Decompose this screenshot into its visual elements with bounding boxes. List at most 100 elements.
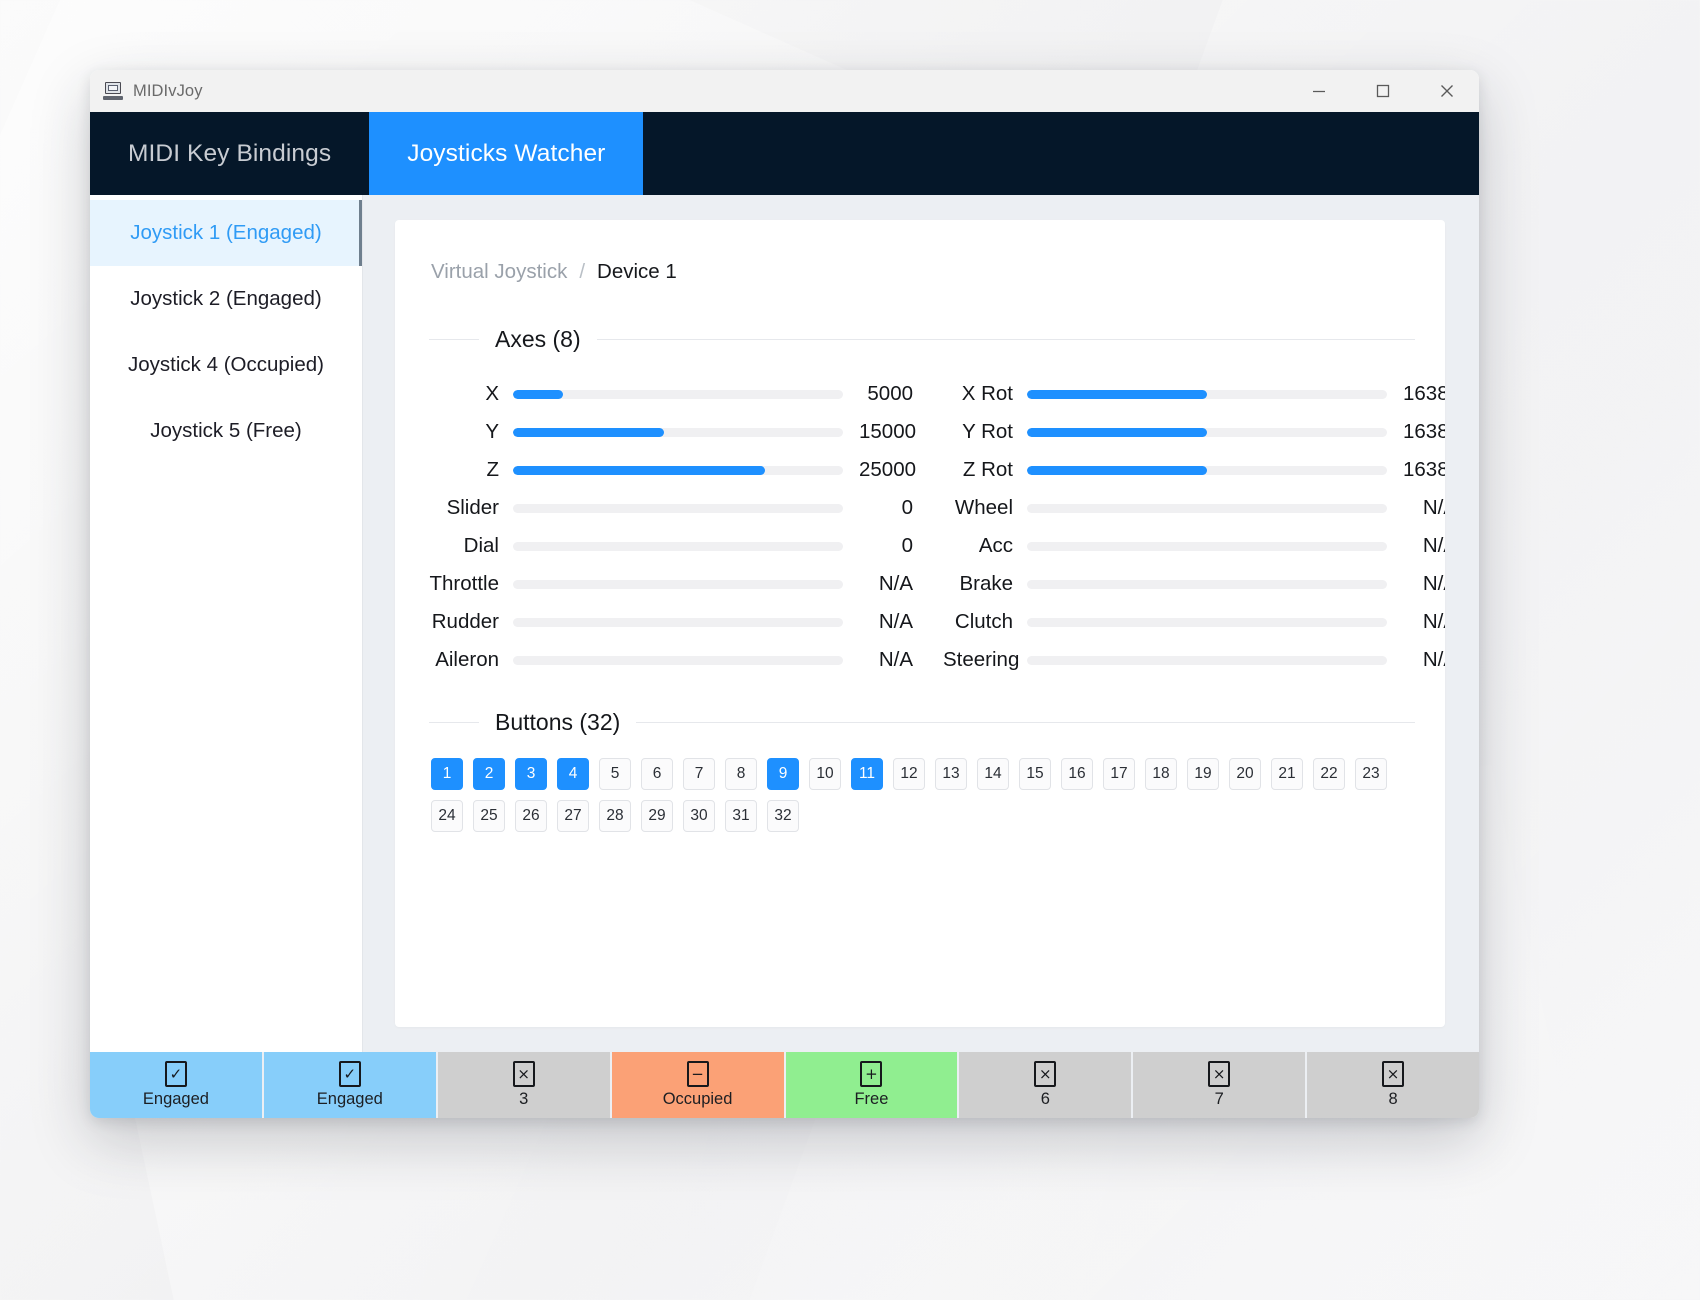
checkbox-x-icon: × <box>1034 1061 1057 1087</box>
checkbox-x-icon: × <box>1208 1061 1231 1087</box>
joystick-button[interactable]: 25 <box>473 800 505 832</box>
joystick-button[interactable]: 12 <box>893 758 925 790</box>
checkbox-minus-icon: − <box>686 1061 709 1087</box>
axis-label: Dial <box>463 534 499 557</box>
title-bar: MIDIvJoy <box>90 70 1479 112</box>
joystick-button[interactable]: 29 <box>641 800 673 832</box>
sidebar-item-label: Joystick 2 (Engaged) <box>130 287 322 310</box>
axis-value: 16384 <box>1403 420 1445 443</box>
joystick-button[interactable]: 6 <box>641 758 673 790</box>
axis-track <box>1027 427 1387 437</box>
axis-label: X <box>485 382 499 405</box>
computer-icon <box>103 82 123 100</box>
status-cell-7[interactable]: × 7 <box>1133 1052 1306 1118</box>
axis-track <box>1027 579 1387 589</box>
status-cell-label: 6 <box>1040 1090 1050 1108</box>
joystick-button[interactable]: 3 <box>515 758 547 790</box>
axis-track <box>513 389 843 399</box>
joystick-button[interactable]: 23 <box>1355 758 1387 790</box>
rule-right <box>636 722 1415 723</box>
status-cell-2[interactable]: ✓ Engaged <box>263 1052 436 1118</box>
joystick-button[interactable]: 22 <box>1313 758 1345 790</box>
axis-value: 5000 <box>867 382 913 405</box>
tab-label: Joysticks Watcher <box>407 139 606 167</box>
status-cell-4[interactable]: − Occupied <box>611 1052 784 1118</box>
joystick-button[interactable]: 5 <box>599 758 631 790</box>
joystick-button[interactable]: 17 <box>1103 758 1135 790</box>
joystick-button[interactable]: 16 <box>1061 758 1093 790</box>
joystick-button[interactable]: 31 <box>725 800 757 832</box>
joystick-button[interactable]: 11 <box>851 758 883 790</box>
joystick-button[interactable]: 7 <box>683 758 715 790</box>
status-cell-3[interactable]: × 3 <box>437 1052 610 1118</box>
axis-value: N/A <box>1422 496 1445 519</box>
joystick-button[interactable]: 30 <box>683 800 715 832</box>
joystick-button[interactable]: 4 <box>557 758 589 790</box>
joystick-button[interactable]: 9 <box>767 758 799 790</box>
rule-left <box>429 722 479 723</box>
maximize-icon[interactable] <box>1351 70 1415 112</box>
checkbox-checked-icon: ✓ <box>338 1061 361 1087</box>
joystick-button[interactable]: 8 <box>725 758 757 790</box>
sidebar-item-joystick-2[interactable]: Joystick 2 (Engaged) <box>90 266 362 332</box>
breadcrumb-current: Device 1 <box>597 260 677 283</box>
minimize-icon[interactable] <box>1287 70 1351 112</box>
tab-midi-key-bindings[interactable]: MIDI Key Bindings <box>90 112 369 195</box>
joystick-button[interactable]: 32 <box>767 800 799 832</box>
buttons-section-title: Buttons (32) <box>495 709 621 735</box>
axis-value: 25000 <box>859 458 917 481</box>
joystick-button[interactable]: 19 <box>1187 758 1219 790</box>
status-cell-label: 7 <box>1214 1090 1224 1108</box>
status-bar: ✓ Engaged ✓ Engaged × 3− Occupied + Free × 6 × 7 × 8 <box>90 1052 1479 1118</box>
joystick-button[interactable]: 18 <box>1145 758 1177 790</box>
axis-label: Z Rot <box>962 458 1013 481</box>
breadcrumb-root[interactable]: Virtual Joystick <box>431 260 567 284</box>
joystick-button[interactable]: 13 <box>935 758 967 790</box>
joystick-button[interactable]: 24 <box>431 800 463 832</box>
window-body: Joystick 1 (Engaged) Joystick 2 (Engaged… <box>90 195 1479 1052</box>
axis-label: Aileron <box>435 648 499 671</box>
joystick-button[interactable]: 26 <box>515 800 547 832</box>
axis-track <box>1027 465 1387 475</box>
joystick-button[interactable]: 1 <box>431 758 463 790</box>
axis-track <box>1027 503 1387 513</box>
sidebar: Joystick 1 (Engaged) Joystick 2 (Engaged… <box>90 195 363 1052</box>
joystick-button[interactable]: 14 <box>977 758 1009 790</box>
joystick-buttons-grid: 1 2 3 4 5 6 7 8 9 10 11 12 13 14 15 16 17 18 19 20 21 22 23 24 2… <box>429 758 1415 832</box>
axis-track <box>513 617 843 627</box>
joystick-button[interactable]: 28 <box>599 800 631 832</box>
axes-section-title: Axes (8) <box>495 326 581 352</box>
axis-track <box>1027 617 1387 627</box>
close-icon[interactable] <box>1415 70 1479 112</box>
window-controls <box>1287 70 1479 112</box>
axis-label: Wheel <box>954 496 1013 519</box>
joystick-button[interactable]: 15 <box>1019 758 1051 790</box>
axis-label: Slider <box>446 496 499 519</box>
status-cell-5[interactable]: + Free <box>785 1052 958 1118</box>
tab-label: MIDI Key Bindings <box>128 139 332 167</box>
axis-label: Rudder <box>431 610 499 633</box>
axis-value: 0 <box>901 496 913 519</box>
axis-value: N/A <box>1422 648 1445 671</box>
axis-label: Acc <box>978 534 1013 557</box>
status-cell-label: 8 <box>1388 1090 1398 1108</box>
joystick-button[interactable]: 21 <box>1271 758 1303 790</box>
axes-section-header: Axes (8) <box>429 326 1415 353</box>
joystick-button[interactable]: 2 <box>473 758 505 790</box>
sidebar-item-joystick-5[interactable]: Joystick 5 (Free) <box>90 398 362 464</box>
axis-value: 15000 <box>859 420 917 443</box>
axis-track <box>513 655 843 665</box>
app-window: MIDIvJoy MIDI Key Bindings Joysticks Wat… <box>90 70 1479 1118</box>
sidebar-item-joystick-1[interactable]: Joystick 1 (Engaged) <box>90 200 362 266</box>
sidebar-item-joystick-4[interactable]: Joystick 4 (Occupied) <box>90 332 362 398</box>
status-cell-6[interactable]: × 6 <box>959 1052 1132 1118</box>
joystick-button[interactable]: 10 <box>809 758 841 790</box>
status-cell-label: 3 <box>519 1090 529 1108</box>
content-area: Virtual Joystick / Device 1 Axes (8) X 50… <box>363 195 1479 1052</box>
joystick-button[interactable]: 20 <box>1229 758 1261 790</box>
status-cell-1[interactable]: ✓ Engaged <box>90 1052 262 1118</box>
tab-joysticks-watcher[interactable]: Joysticks Watcher <box>369 112 644 195</box>
checkbox-plus-icon: + <box>860 1061 883 1087</box>
status-cell-8[interactable]: × 8 <box>1307 1052 1479 1118</box>
joystick-button[interactable]: 27 <box>557 800 589 832</box>
